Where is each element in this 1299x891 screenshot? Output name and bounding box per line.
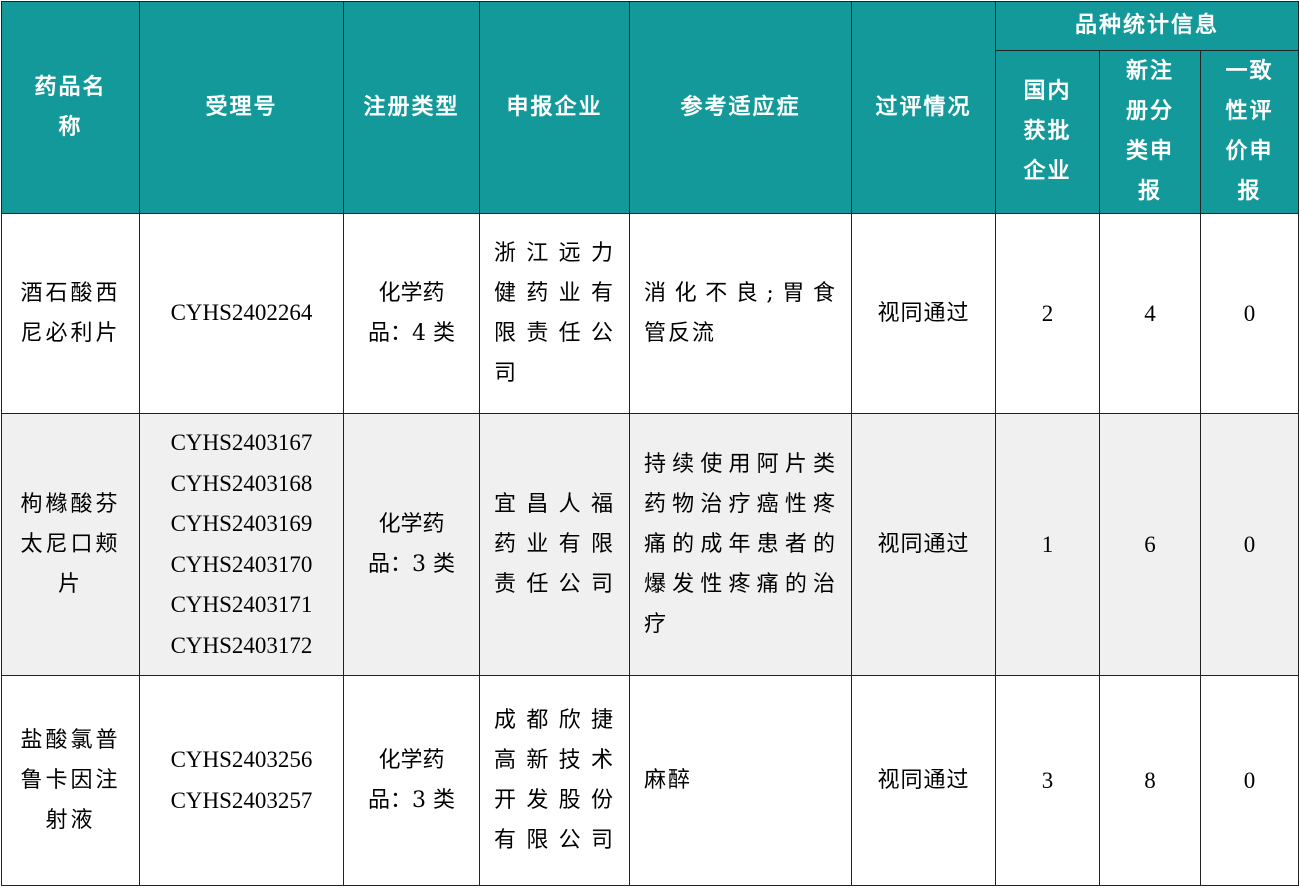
cell-consistency-applications: 0 — [1199, 675, 1299, 886]
cell-acceptance-no: CYHS2403256 CYHS2403257 — [139, 675, 344, 886]
cell-registration-type: 化学药 品：3 类 — [343, 413, 480, 676]
header-registration-type: 注册类型 — [343, 1, 480, 214]
table-row: 酒石酸西 尼必利片 CYHS2402264 化学药 品：4 类 浙江远力 健药业… — [1, 213, 1299, 414]
cell-drug-name: 盐酸氯普 鲁卡因注 射液 — [1, 675, 140, 886]
cell-applicant: 浙江远力 健药业有 限责任公 司 — [479, 213, 630, 414]
header-drug-name: 药品名 称 — [1, 1, 140, 214]
cell-applicant: 成都欣捷 高新技术 开发股份 有限公司 — [479, 675, 630, 886]
cell-indication: 麻醉 — [629, 675, 852, 886]
cell-review-status: 视同通过 — [851, 413, 996, 676]
header-consistency-applications: 一致 性评 价申 报 — [1199, 50, 1299, 214]
cell-new-reg-applications: 4 — [1099, 213, 1201, 414]
header-stats-group: 品种统计信息 — [994, 1, 1299, 51]
table-row: 枸橼酸芬 太尼口颊 片 CYHS2403167 CYHS2403168 CYHS… — [1, 413, 1299, 676]
cell-registration-type: 化学药 品：3 类 — [343, 675, 480, 886]
cell-domestic-approved: 2 — [995, 213, 1100, 414]
cell-drug-name: 枸橼酸芬 太尼口颊 片 — [1, 413, 140, 676]
cell-domestic-approved: 1 — [995, 413, 1100, 676]
cell-indication: 消化不良;胃食 管反流 — [629, 213, 852, 414]
cell-acceptance-no: CYHS2402264 — [139, 213, 344, 414]
cell-new-reg-applications: 6 — [1099, 413, 1201, 676]
cell-acceptance-no: CYHS2403167 CYHS2403168 CYHS2403169 CYHS… — [139, 413, 344, 676]
table-row: 盐酸氯普 鲁卡因注 射液 CYHS2403256 CYHS2403257 化学药… — [1, 675, 1299, 886]
header-applicant: 申报企业 — [479, 1, 630, 214]
cell-drug-name: 酒石酸西 尼必利片 — [1, 213, 140, 414]
header-indication: 参考适应症 — [629, 1, 852, 214]
cell-review-status: 视同通过 — [851, 675, 996, 886]
header-review-status: 过评情况 — [851, 1, 996, 214]
cell-review-status: 视同通过 — [851, 213, 996, 414]
cell-registration-type: 化学药 品：4 类 — [343, 213, 480, 414]
header-new-reg-applications: 新注 册分 类申 报 — [1099, 50, 1201, 214]
cell-indication: 持续使用阿片类 药物治疗癌性疼 痛的成年患者的 爆发性疼痛的治 疗 — [629, 413, 852, 676]
cell-new-reg-applications: 8 — [1099, 675, 1201, 886]
cell-domestic-approved: 3 — [995, 675, 1100, 886]
drug-registration-table: 药品名 称 受理号 注册类型 申报企业 参考适应症 过评情况 品种统计信息 国内… — [1, 1, 1299, 886]
cell-applicant: 宜昌人福 药业有限 责任公司 — [479, 413, 630, 676]
header-domestic-approved: 国内 获批 企业 — [995, 50, 1100, 214]
cell-consistency-applications: 0 — [1199, 213, 1299, 414]
header-acceptance-no: 受理号 — [139, 1, 344, 214]
cell-consistency-applications: 0 — [1199, 413, 1299, 676]
